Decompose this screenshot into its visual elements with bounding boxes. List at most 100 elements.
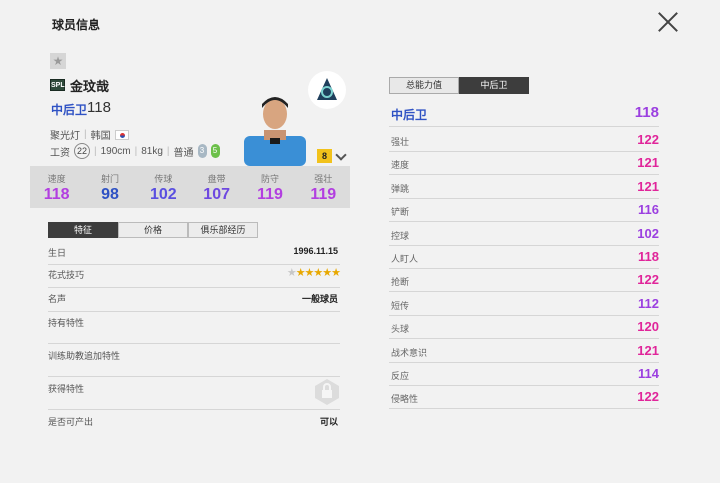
- attribute-value: 112: [638, 295, 659, 311]
- attribute-value: 114: [638, 366, 659, 381]
- player-position: 中后卫: [51, 103, 88, 117]
- stat-value: 119: [257, 186, 283, 203]
- stat-value: 98: [101, 186, 119, 203]
- info-tabs: 特征 价格 俱乐部经历: [48, 222, 258, 238]
- stat-label: 盘带: [207, 174, 226, 184]
- stat-5: 强壮 119: [297, 166, 350, 208]
- tab-price[interactable]: 价格: [118, 222, 188, 238]
- attribute-row: 战术意识 121: [389, 340, 659, 363]
- left-foot-icon: 3: [197, 144, 207, 158]
- acquired-traits-label: 获得特性: [48, 384, 85, 394]
- attribute-row: 反应 114: [389, 363, 659, 386]
- birthday-label: 生日: [48, 248, 67, 258]
- player-name: 金玟哉: [70, 79, 110, 94]
- info-row-fame: 名声 一般球员: [48, 292, 340, 312]
- attribute-value: 118: [638, 249, 659, 264]
- close-icon[interactable]: [657, 11, 679, 33]
- skill-moves-label: 花式技巧: [48, 270, 85, 280]
- traits-label: 持有特性: [48, 318, 85, 328]
- stat-label: 速度: [47, 174, 66, 184]
- attribute-row: 侵略性 122: [389, 386, 659, 410]
- attribute-value: 122: [637, 132, 659, 147]
- attribute-label: 速度: [391, 160, 410, 171]
- main-stats-bar: 速度 118 射门 98 传球 102 盘带 107 防守 119 强壮 119: [30, 166, 350, 208]
- season-badge: SPL: [50, 79, 65, 91]
- info-row-tradeable: 是否可产出 可以: [48, 415, 340, 431]
- attribute-value: 102: [637, 225, 659, 241]
- stat-label: 防守: [260, 174, 279, 184]
- tradeable-label: 是否可产出: [48, 417, 94, 427]
- info-row-acquired-traits: 获得特性: [48, 382, 340, 410]
- stat-3: 盘带 107: [190, 166, 243, 208]
- upgrade-grade-badge: 8: [317, 149, 332, 163]
- stat-2: 传球 102: [137, 166, 190, 208]
- favorite-star-icon[interactable]: ★: [50, 53, 66, 69]
- attribute-value: 121: [637, 155, 659, 171]
- body-type-label: 普通: [173, 147, 194, 159]
- wage-label: 工资: [50, 147, 70, 159]
- fame-label: 名声: [48, 294, 67, 304]
- player-portrait: [244, 97, 306, 166]
- tab-overall[interactable]: 总能力值: [389, 77, 459, 94]
- attribute-row: 控球 102: [389, 223, 659, 246]
- wage-badge: 22: [74, 143, 90, 159]
- korea-flag-icon: [114, 129, 129, 140]
- stat-value: 118: [43, 186, 70, 203]
- attribute-label: 战术意识: [391, 347, 428, 358]
- lock-icon: [315, 379, 339, 405]
- attribute-label: 人盯人: [391, 254, 419, 264]
- stat-label: 射门: [100, 174, 119, 184]
- fame-value: 一般球员: [301, 294, 338, 304]
- player-ovr: 118: [87, 99, 111, 116]
- stat-value: 107: [203, 186, 230, 203]
- attribute-value: 120: [637, 319, 659, 335]
- weight-label: 81kg: [141, 145, 163, 157]
- stat-1: 射门 98: [83, 166, 136, 208]
- stat-0: 速度 118: [30, 166, 83, 208]
- attribute-label: 控球: [391, 230, 410, 241]
- attribute-label: 反应: [391, 371, 410, 381]
- rating-tabs: 总能力值 中后卫: [389, 77, 529, 94]
- info-row-coach-traits: 训练助教追加特性: [48, 349, 340, 377]
- tradeable-value: 可以: [319, 417, 338, 427]
- attribute-label: 强壮: [391, 137, 410, 147]
- attribute-row: 铲断 116: [389, 199, 659, 223]
- info-row-traits: 持有特性: [48, 316, 340, 344]
- info-row-birthday: 生日 1996.11.15: [48, 246, 340, 265]
- stat-label: 强壮: [314, 174, 333, 184]
- attribute-row: 强壮 122: [389, 129, 659, 152]
- player-meta-line1: 聚光灯 | 韩国: [50, 127, 129, 142]
- filled-stars-icon: ★★★★★: [295, 267, 341, 279]
- position-rating-row: 中后卫 118: [389, 104, 659, 127]
- tab-traits[interactable]: 特征: [48, 222, 118, 238]
- attribute-label: 弹跳: [391, 183, 410, 194]
- attribute-value: 122: [637, 389, 659, 405]
- player-meta-line2: 工资 22 | 190cm | 81kg | 普通 3 5: [50, 143, 220, 159]
- attribute-row: 头球 120: [389, 316, 659, 340]
- tab-position[interactable]: 中后卫: [459, 77, 529, 94]
- position-rating-value: 118: [634, 104, 659, 121]
- skill-stars: ★★★★★★: [286, 266, 341, 279]
- attribute-row: 速度 121: [389, 152, 659, 176]
- program-label: 聚光灯: [50, 131, 80, 142]
- attribute-label: 铲断: [391, 207, 410, 218]
- attribute-label: 抢断: [391, 277, 410, 288]
- info-row-skill-moves: 花式技巧 ★★★★★★: [48, 266, 341, 288]
- tab-club-history[interactable]: 俱乐部经历: [188, 222, 258, 238]
- page-title: 球员信息: [52, 18, 101, 32]
- empty-star-icon: ★: [286, 267, 297, 279]
- club-logo: [308, 71, 346, 109]
- coach-traits-label: 训练助教追加特性: [48, 351, 121, 361]
- attribute-label: 短传: [391, 300, 410, 311]
- chevron-down-icon[interactable]: [335, 149, 347, 161]
- attribute-row: 人盯人 118: [389, 246, 659, 269]
- birthday-value: 1996.11.15: [293, 246, 338, 256]
- height-label: 190cm: [100, 145, 131, 157]
- attribute-label: 侵略性: [391, 394, 419, 405]
- attribute-row: 短传 112: [389, 293, 659, 316]
- attribute-value: 122: [637, 272, 659, 288]
- attribute-row: 抢断 122: [389, 269, 659, 293]
- stat-value: 102: [149, 186, 177, 203]
- attribute-value: 121: [637, 178, 659, 194]
- nation-label: 韩国: [90, 131, 111, 142]
